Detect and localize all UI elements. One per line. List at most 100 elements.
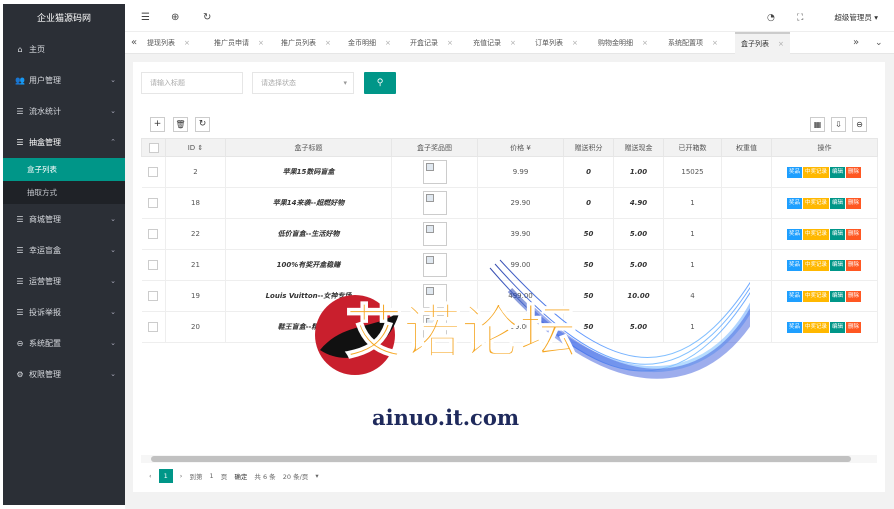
status-select[interactable]: 请选择状态 ▾ — [252, 72, 354, 94]
row-action-button[interactable]: 删除 — [846, 166, 862, 178]
prev-page-icon[interactable]: ‹ — [149, 472, 152, 480]
row-action-button[interactable]: 删除 — [846, 197, 862, 209]
row-checkbox[interactable] — [148, 198, 159, 208]
tab-item[interactable]: 充值记录 × — [473, 32, 516, 54]
print-icon[interactable]: ⊖ — [852, 117, 867, 132]
columns-filter-icon[interactable]: ▦ — [810, 117, 825, 132]
next-page-icon[interactable]: › — [180, 472, 183, 480]
close-tab-icon[interactable]: × — [712, 39, 718, 47]
sidebar-item[interactable]: ⊖ 系统配置 ⌄ — [3, 328, 125, 359]
row-action-button[interactable]: 中奖记录 — [802, 259, 829, 271]
row-checkbox[interactable] — [148, 291, 159, 301]
delete-selected-button[interactable]: 🗑 — [173, 117, 188, 132]
tab-item[interactable]: 金币明细 × — [348, 32, 391, 54]
sidebar: 企业猫源码网 ⌂ 主页 👥 用户管理 ⌄ ☰ 流水统计 ⌄ ☰ 抽盒管理 ⌃ 盒子列表 抽取方式 ☰ 商城管… — [3, 4, 125, 505]
close-tab-icon[interactable]: × — [325, 39, 331, 47]
row-action-button[interactable]: 编辑 — [830, 259, 846, 271]
row-action-button[interactable]: 奖品 — [786, 321, 802, 333]
list-icon: ☰ — [16, 215, 24, 224]
close-tab-icon[interactable]: × — [184, 39, 190, 47]
horizontal-scrollbar[interactable] — [141, 455, 877, 463]
tab-item[interactable]: 盒子列表 × — [735, 32, 790, 54]
sidebar-item[interactable]: ☰ 抽盒管理 ⌃ — [3, 127, 125, 158]
tab-item[interactable]: 提现列表 × — [147, 32, 190, 54]
tabs-scroll-left-icon[interactable]: « — [131, 32, 137, 54]
tab-item[interactable]: 订单列表 × — [535, 32, 578, 54]
row-action-button[interactable]: 中奖记录 — [802, 166, 829, 178]
row-price: 29.90 — [510, 199, 531, 207]
pagination: ‹ 1 › 到第 1 页 确定 共 6 条 20 条/页 ▾ — [149, 469, 329, 483]
tab-item[interactable]: 推广员列表 × — [281, 32, 331, 54]
export-icon[interactable]: ⇩ — [831, 117, 846, 132]
row-action-button[interactable]: 编辑 — [830, 197, 846, 209]
sidebar-item[interactable]: ⚙ 权限管理 ⌄ — [3, 359, 125, 390]
row-action-button[interactable]: 奖品 — [786, 166, 802, 178]
sidebar-item[interactable]: ☰ 投诉举报 ⌄ — [3, 297, 125, 328]
tab-item[interactable]: 开盒记录 × — [410, 32, 453, 54]
row-action-button[interactable]: 编辑 — [830, 321, 846, 333]
sidebar-item[interactable]: ☰ 商城管理 ⌄ — [3, 204, 125, 235]
sidebar-item[interactable]: ⌂ 主页 — [3, 34, 125, 65]
row-action-button[interactable]: 删除 — [846, 290, 862, 302]
row-action-button[interactable]: 删除 — [846, 228, 862, 240]
tabs-menu-icon[interactable]: ⌄ — [875, 32, 883, 54]
sidebar-item[interactable]: ☰ 流水统计 ⌄ — [3, 96, 125, 127]
sidebar-subitem[interactable]: 盒子列表 — [3, 158, 125, 181]
close-tab-icon[interactable]: × — [510, 39, 516, 47]
row-action-button[interactable]: 奖品 — [786, 197, 802, 209]
row-checkbox[interactable] — [148, 260, 159, 270]
search-button[interactable]: ⚲ — [364, 72, 396, 94]
close-tab-icon[interactable]: × — [258, 39, 264, 47]
tab-item[interactable]: 购物金明细 × — [598, 32, 648, 54]
sidebar-item[interactable]: ☰ 运营管理 ⌄ — [3, 266, 125, 297]
menu-toggle-icon[interactable]: ☰ — [141, 4, 150, 32]
table-cell: 苹果15数码盲盒 — [225, 156, 392, 188]
close-tab-icon[interactable]: × — [642, 39, 648, 47]
globe-icon[interactable]: ⊕ — [171, 4, 179, 32]
row-action-button[interactable]: 删除 — [846, 321, 862, 333]
refresh-icon[interactable]: ↻ — [203, 4, 211, 32]
table-header-row: ID ⇕ 盒子标题 盒子奖品图 价格 ¥ 赠送积分 赠送现金 已开箱数 权重值 操作 — [141, 138, 878, 157]
column-header[interactable]: ID ⇕ — [165, 138, 226, 157]
row-action-button[interactable]: 编辑 — [830, 166, 846, 178]
sidebar-item[interactable]: 👥 用户管理 ⌄ — [3, 65, 125, 96]
select-all-checkbox[interactable] — [148, 142, 159, 153]
current-page-button[interactable]: 1 — [158, 469, 173, 483]
tabs-scroll-right-icon[interactable]: » — [853, 32, 859, 54]
sidebar-subitem[interactable]: 抽取方式 — [3, 181, 125, 204]
row-checkbox[interactable] — [148, 229, 159, 239]
row-action-button[interactable]: 编辑 — [830, 228, 846, 240]
app-logo-title: 企业猫源码网 — [3, 4, 125, 34]
row-action-button[interactable]: 奖品 — [786, 290, 802, 302]
close-tab-icon[interactable]: × — [385, 39, 391, 47]
goto-page-input[interactable]: 1 — [210, 472, 214, 480]
admin-menu[interactable]: 超级管理员 ▾ — [834, 4, 878, 32]
sort-icon[interactable]: ⇕ — [195, 144, 203, 152]
close-tab-icon[interactable]: × — [447, 39, 453, 47]
tab-item[interactable]: 系统配置项 × — [668, 32, 718, 54]
tab-item[interactable]: 推广员申请 × — [214, 32, 264, 54]
fullscreen-icon[interactable]: ⛶ — [797, 4, 803, 32]
row-action-button[interactable]: 奖品 — [786, 259, 802, 271]
row-action-button[interactable]: 中奖记录 — [802, 290, 829, 302]
goto-confirm-button[interactable]: 确定 — [234, 471, 247, 481]
row-action-button[interactable]: 编辑 — [830, 290, 846, 302]
scrollbar-thumb[interactable] — [151, 456, 851, 462]
page-size-select[interactable]: 20 条/页 ▾ — [283, 471, 324, 481]
row-action-button[interactable]: 删除 — [846, 259, 862, 271]
close-tab-icon[interactable]: × — [778, 40, 784, 48]
row-action-button[interactable]: 中奖记录 — [802, 321, 829, 333]
theme-icon[interactable]: ◔ — [767, 4, 775, 32]
row-checkbox[interactable] — [148, 167, 159, 177]
add-button[interactable]: + — [150, 117, 165, 132]
row-action-button[interactable]: 中奖记录 — [802, 228, 829, 240]
sidebar-item[interactable]: ☰ 幸运盲盒 ⌄ — [3, 235, 125, 266]
close-tab-icon[interactable]: × — [572, 39, 578, 47]
row-opened: 1 — [690, 199, 695, 207]
row-opened: 1 — [690, 261, 695, 269]
title-search-input[interactable]: 请输入标题 — [141, 72, 243, 94]
row-action-button[interactable]: 中奖记录 — [802, 197, 829, 209]
row-action-button[interactable]: 奖品 — [786, 228, 802, 240]
row-checkbox[interactable] — [148, 322, 159, 332]
refresh-table-button[interactable]: ↻ — [195, 117, 210, 132]
